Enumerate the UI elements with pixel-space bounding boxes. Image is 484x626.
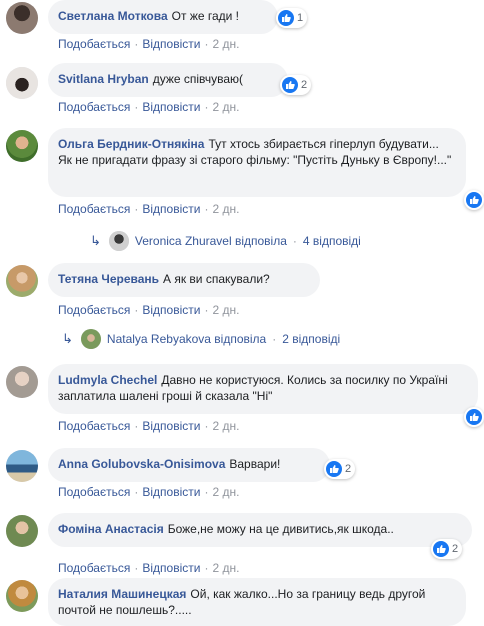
reply-link[interactable]: Відповісти [142, 419, 200, 433]
comment-actions: Подобається · Відповісти · 2 дн. [58, 485, 240, 499]
reply-avatar [108, 231, 129, 251]
like-icon [278, 10, 294, 26]
reply-arrow-icon: ↳ [62, 331, 73, 346]
reaction-number: 2 [452, 543, 459, 555]
comment-author[interactable]: Ludmyla Chechel [58, 373, 157, 387]
reply-count[interactable]: 4 відповіді [303, 234, 361, 248]
reaction-count[interactable] [464, 190, 484, 210]
comment-time[interactable]: 2 дн. [212, 37, 239, 51]
reply-link[interactable]: Відповісти [142, 303, 200, 317]
comment-bubble: Наталия Машинецкая Ой, как жалко...Но за … [48, 578, 466, 626]
like-icon [466, 409, 482, 425]
reply-link[interactable]: Відповісти [142, 202, 200, 216]
comment-actions: Подобається · Відповісти · 2 дн. [58, 419, 240, 433]
comment-text: дуже співчуваю( [152, 72, 244, 86]
comment-bubble: Тетяна Черевань А як ви спакували? [48, 263, 320, 297]
comment-actions: Подобається · Відповісти · 2 дн. [58, 202, 240, 216]
reaction-number: 2 [345, 463, 352, 475]
comment-time[interactable]: 2 дн. [212, 202, 239, 216]
comment-bubble: Светлана Моткова От же гади ! [48, 0, 278, 34]
reply-author[interactable]: Veronica Zhuravel відповіла [135, 234, 287, 248]
avatar[interactable] [6, 450, 38, 482]
like-link[interactable]: Подобається [58, 561, 130, 575]
comment-author[interactable]: Ольга Бердник-Отнякіна [58, 137, 204, 151]
reply-arrow-icon: ↳ [90, 233, 101, 248]
comment-actions: Подобається · Відповісти · 2 дн. [58, 561, 240, 575]
reaction-number: 1 [297, 12, 304, 24]
reply-author[interactable]: Natalya Rebyakova відповіла [107, 332, 266, 346]
like-icon [326, 461, 342, 477]
reaction-count[interactable]: 2 [280, 75, 312, 95]
reply-count[interactable]: 2 відповіді [282, 332, 340, 346]
like-link[interactable]: Подобається [58, 37, 130, 51]
like-link[interactable]: Подобається [58, 202, 130, 216]
comment-bubble: Svitlana Hryban дуже співчуваю( [48, 63, 288, 97]
comment-actions: Подобається · Відповісти · 2 дн. [58, 100, 240, 114]
comment-text: Боже,не можу на це дивитись,як шкода.. [167, 522, 394, 536]
comment-author[interactable]: Светлана Моткова [58, 9, 168, 23]
reply-link[interactable]: Відповісти [142, 37, 200, 51]
comment-text: От же гади ! [171, 9, 240, 23]
comment-actions: Подобається · Відповісти · 2 дн. [58, 37, 240, 51]
like-link[interactable]: Подобається [58, 303, 130, 317]
avatar[interactable] [6, 515, 38, 547]
avatar[interactable] [6, 67, 38, 99]
reaction-count[interactable] [464, 407, 484, 427]
comment-author[interactable]: Anna Golubovska-Onisimova [58, 457, 225, 471]
comment-author[interactable]: Svitlana Hryban [58, 72, 149, 86]
comment-text: А як ви спакували? [163, 272, 270, 286]
reply-avatar [80, 329, 101, 349]
like-icon [433, 541, 449, 557]
comment-actions: Подобається · Відповісти · 2 дн. [58, 303, 240, 317]
like-link[interactable]: Подобається [58, 485, 130, 499]
avatar[interactable] [6, 130, 38, 162]
avatar[interactable] [6, 265, 38, 297]
comment-time[interactable]: 2 дн. [212, 303, 239, 317]
comment-bubble: Anna Golubovska-Onisimova Варвари! [48, 448, 330, 482]
comment-time[interactable]: 2 дн. [212, 419, 239, 433]
avatar[interactable] [6, 366, 38, 398]
replies-link[interactable]: ↳ Natalya Rebyakova відповіла · 2 відповід… [62, 329, 340, 349]
like-link[interactable]: Подобається [58, 419, 130, 433]
replies-link[interactable]: ↳ Veronica Zhuravel відповіла · 4 відповід… [90, 231, 361, 251]
reply-link[interactable]: Відповісти [142, 561, 200, 575]
comment-author[interactable]: Тетяна Черевань [58, 272, 159, 286]
reply-link[interactable]: Відповісти [142, 100, 200, 114]
reaction-number: 2 [301, 79, 308, 91]
like-icon [466, 192, 482, 208]
comment-author[interactable]: Наталия Машинецкая [58, 587, 186, 601]
avatar[interactable] [6, 2, 38, 34]
comment-time[interactable]: 2 дн. [212, 100, 239, 114]
comment-author[interactable]: Фоміна Анастасія [58, 522, 164, 536]
like-link[interactable]: Подобається [58, 100, 130, 114]
reply-link[interactable]: Відповісти [142, 485, 200, 499]
avatar[interactable] [6, 580, 38, 612]
comment-time[interactable]: 2 дн. [212, 561, 239, 575]
comment-bubble: Ludmyla Chechel Давно не користуюся. Коли… [48, 364, 478, 414]
reaction-count[interactable]: 2 [431, 539, 463, 559]
reaction-count[interactable]: 2 [324, 459, 356, 479]
comment-bubble: Ольга Бердник-Отнякіна Тут хтось збираєть… [48, 128, 466, 197]
reaction-count[interactable]: 1 [276, 8, 308, 28]
comment-text: Варвари! [229, 457, 281, 471]
like-icon [282, 77, 298, 93]
comment-time[interactable]: 2 дн. [212, 485, 239, 499]
comment-bubble: Фоміна Анастасія Боже,не можу на це дивит… [48, 513, 472, 547]
